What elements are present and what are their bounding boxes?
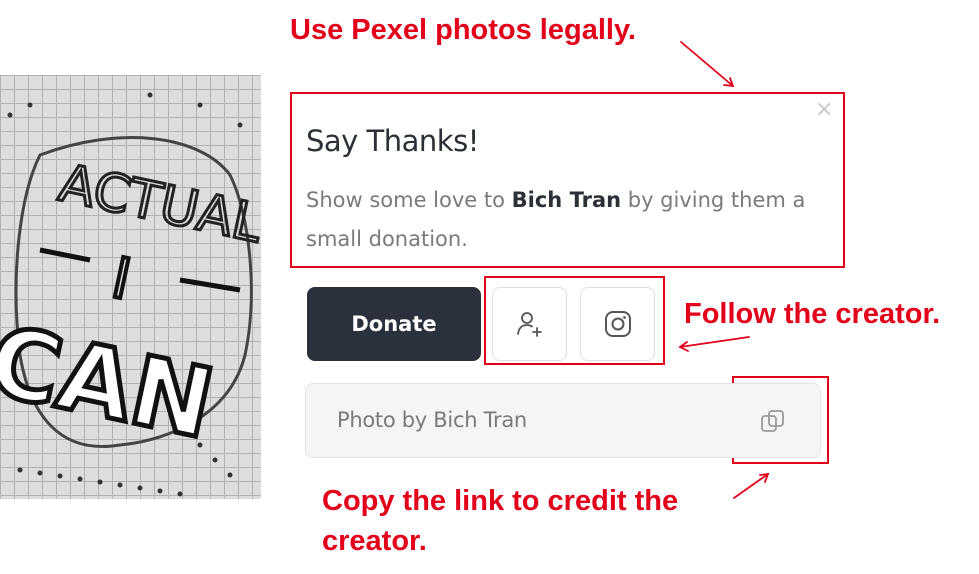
- follow-button[interactable]: [492, 287, 567, 361]
- card-body-prefix: Show some love to: [306, 188, 512, 212]
- annotation-copy-link: Copy the link to credit the creator.: [322, 481, 678, 561]
- arrow-to-copy: [733, 473, 769, 499]
- creator-name[interactable]: Bich Tran: [512, 188, 621, 212]
- annotation-follow-creator: Follow the creator.: [684, 298, 941, 330]
- annotation-use-legally: Use Pexel photos legally.: [290, 14, 636, 46]
- user-plus-icon: [516, 312, 542, 337]
- instagram-button[interactable]: [580, 287, 655, 361]
- card-body: Show some love to Bich Tran by giving th…: [306, 181, 836, 259]
- annotation-copy-line2: creator.: [322, 525, 427, 557]
- photo-credit-field[interactable]: Photo by Bich Tran: [305, 383, 821, 458]
- photo-credit-text: Photo by Bich Tran: [337, 408, 527, 432]
- photo-lettering-art: ACTUAL I CAN: [0, 75, 261, 499]
- donate-button[interactable]: Donate: [307, 287, 481, 361]
- copy-credit-button[interactable]: [756, 406, 790, 436]
- copy-icon: [761, 410, 784, 432]
- arrow-to-card: [680, 41, 734, 87]
- creator-photo: ACTUAL I CAN: [0, 75, 261, 499]
- card-title: Say Thanks!: [306, 124, 479, 158]
- instagram-icon: [604, 311, 631, 337]
- annotation-copy-line1: Copy the link to credit the: [322, 485, 679, 517]
- close-icon[interactable]: ×: [815, 98, 833, 122]
- arrow-to-follow: [679, 336, 750, 348]
